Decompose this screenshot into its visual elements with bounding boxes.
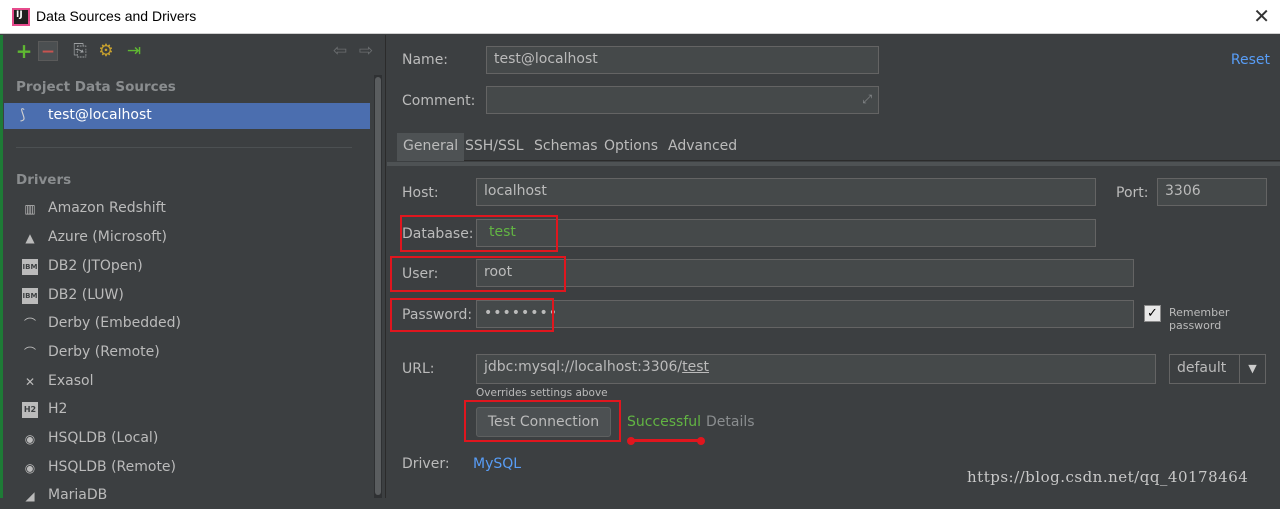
driver-label: Derby (Remote) [48,344,160,360]
remove-icon[interactable]: − [38,41,58,62]
sidebar-scrollbar[interactable] [374,75,382,498]
highlight-box [400,215,558,252]
duplicate-icon[interactable]: ⎘ [70,41,90,61]
remember-password-label: Remember password [1169,306,1230,332]
driver-item-derby-remote[interactable]: ⌒ Derby (Remote) [4,340,370,366]
redshift-icon: ▥ [24,202,36,216]
scrollbar-thumb[interactable] [375,77,381,495]
highlight-box [390,298,554,332]
url-prefix: jdbc:mysql://localhost:3306/ [484,359,683,375]
annotation-dot [627,437,635,445]
url-label: URL: [402,361,435,377]
sidebar-edge-accent [0,35,3,498]
port-input[interactable]: 3306 [1157,178,1267,206]
sidebar-divider [16,147,352,148]
ibm-db2-icon: IBM DB2 [22,259,38,287]
close-icon[interactable]: ✕ [1253,4,1270,28]
project-data-sources-heading: Project Data Sources [16,79,176,95]
sidebar-toolbar: + − ⎘ ⚙ ⇥ ⇦ ⇨ [8,39,378,65]
intellij-app-icon [12,8,30,26]
exasol-x-icon: ✕ [24,375,36,389]
driver-item-exasol[interactable]: ✕ Exasol [4,369,370,395]
driver-item-h2[interactable]: H2 H2 [4,397,370,423]
driver-label: Amazon Redshift [48,200,166,216]
driver-label: MariaDB [48,487,108,503]
overrides-note: Overrides settings above [476,387,608,399]
hsqldb-icon: ◉ [24,461,36,475]
driver-label: DB2 (LUW) [48,287,124,303]
azure-icon: ▲ [25,231,35,245]
reset-link[interactable]: Reset [1231,52,1270,68]
tab-advanced[interactable]: Advanced [662,133,743,161]
data-source-item[interactable]: ⟆ test@localhost [4,103,370,129]
comment-label: Comment: [402,93,476,109]
annotation-dot [697,437,705,445]
settings-tabs: General SSH/SSL Schemas Options Advanced [397,133,1280,161]
details-link[interactable]: Details [706,414,755,430]
host-input[interactable]: localhost [476,178,1096,206]
database-input[interactable]: test [476,219,1096,247]
tab-ssh-ssl[interactable]: SSH/SSL [459,133,530,161]
driver-label: Azure (Microsoft) [48,229,167,245]
import-icon[interactable]: ⇥ [124,41,144,61]
derby-hat-icon: ⌒ [23,346,36,360]
data-sources-sidebar: + − ⎘ ⚙ ⇥ ⇦ ⇨ Project Data Sources ⟆ tes… [0,35,386,503]
driver-label: HSQLDB (Remote) [48,459,177,475]
watermark: https://blog.csdn.net/qq_40178464 [967,468,1249,486]
driver-item-amazon-redshift[interactable]: ▥ Amazon Redshift [4,196,370,222]
tab-underline [387,162,1280,166]
title-bar: Data Sources and Drivers ✕ [0,0,1280,34]
driver-label: DB2 (JTOpen) [48,258,143,274]
back-arrow-icon[interactable]: ⇦ [330,41,350,61]
driver-label: Exasol [48,373,94,389]
data-source-settings-panel: Name: test@localhost Reset Comment: ⤢ Ge… [387,35,1280,498]
hsqldb-icon: ◉ [24,432,36,446]
user-input[interactable]: root [476,259,1134,287]
driver-label: Driver: [402,456,450,472]
ibm-db2-icon: IBM DB2 [22,288,38,316]
mysql-dolphin-icon: ⟆ [20,107,26,123]
driver-item-derby-embedded[interactable]: ⌒ Derby (Embedded) [4,311,370,337]
comment-input[interactable]: ⤢ [486,86,879,114]
forward-arrow-icon[interactable]: ⇨ [356,41,376,61]
tab-general[interactable]: General [397,133,465,161]
driver-item-db2-jtopen[interactable]: IBM DB2 DB2 (JTOpen) [4,254,370,287]
host-label: Host: [402,185,439,201]
url-database: test [682,359,710,375]
tab-options[interactable]: Options [598,133,664,161]
password-input[interactable]: •••••••• [476,300,1134,328]
driver-label: H2 [48,401,68,417]
drivers-heading: Drivers [16,172,72,188]
driver-item-hsqldb-remote[interactable]: ◉ HSQLDB (Remote) [4,455,370,481]
highlight-box [464,400,621,442]
driver-item-db2-luw[interactable]: IBM DB2 DB2 (LUW) [4,283,370,316]
driver-link[interactable]: MySQL [473,456,521,472]
derby-hat-icon: ⌒ [23,317,36,331]
h2-icon: H2 [22,402,38,418]
tab-schemas[interactable]: Schemas [528,133,604,161]
connection-status: Successful [627,414,702,430]
name-input[interactable]: test@localhost [486,46,879,74]
remember-password-checkbox[interactable]: ✓ [1144,305,1161,322]
driver-label: Derby (Embedded) [48,315,181,331]
add-icon[interactable]: + [14,41,34,61]
underline-annotation [631,439,703,442]
url-mode-value: default [1177,360,1227,376]
driver-item-mariadb[interactable]: ◢ MariaDB [4,483,370,509]
driver-label: HSQLDB (Local) [48,430,159,446]
chevron-down-icon: ▼ [1239,355,1265,383]
highlight-box [390,256,566,292]
url-input[interactable]: jdbc:mysql://localhost:3306/test [476,354,1156,384]
driver-properties-icon[interactable]: ⚙ [96,41,116,61]
window-title: Data Sources and Drivers [36,8,197,24]
expand-icon[interactable]: ⤢ [862,92,872,107]
name-label: Name: [402,52,449,68]
url-mode-dropdown[interactable]: default ▼ [1169,354,1266,384]
driver-item-hsqldb-local[interactable]: ◉ HSQLDB (Local) [4,426,370,452]
mariadb-icon: ◢ [25,489,35,503]
driver-item-azure[interactable]: ▲ Azure (Microsoft) [4,225,370,251]
port-label: Port: [1116,185,1149,201]
data-source-label: test@localhost [48,107,152,123]
